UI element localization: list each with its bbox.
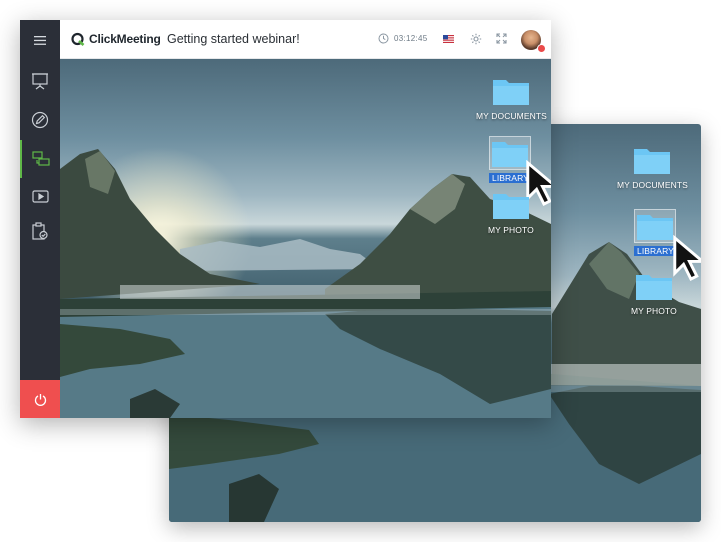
- status-badge: [537, 44, 546, 53]
- power-icon: [34, 393, 46, 406]
- back-folder-my-documents[interactable]: MY DOCUMENTS: [617, 146, 688, 190]
- back-folder-library[interactable]: LIBRARY: [634, 209, 701, 282]
- timer-text: 03:12:45: [394, 34, 428, 43]
- gear-icon[interactable]: [470, 33, 482, 45]
- folder-icon: [634, 146, 671, 174]
- session-timer: 03:12:45: [378, 33, 428, 44]
- avatar[interactable]: [521, 30, 546, 53]
- leave-button[interactable]: [20, 380, 60, 418]
- logo-text: ClickMeeting: [89, 32, 161, 46]
- back-folder-my-photo[interactable]: MY PHOTO: [631, 272, 677, 316]
- flag-us-icon[interactable]: [443, 35, 454, 43]
- top-bar: ClickMeeting Getting started webinar! 03…: [60, 20, 551, 59]
- fullscreen-icon[interactable]: [496, 33, 507, 44]
- folder-label: MY DOCUMENTS: [617, 180, 688, 190]
- menu-button[interactable]: [20, 21, 60, 59]
- presentation-icon: [32, 73, 48, 90]
- sidebar: [20, 20, 60, 418]
- webinar-title: Getting started webinar!: [167, 32, 300, 46]
- folder-label: MY PHOTO: [488, 225, 534, 235]
- sidebar-item-presentation[interactable]: [20, 62, 60, 100]
- clock-icon: [378, 33, 389, 44]
- folder-label: MY PHOTO: [631, 306, 677, 316]
- sidebar-item-test[interactable]: [20, 212, 60, 250]
- menu-icon: [34, 35, 46, 45]
- whiteboard-icon: [31, 111, 49, 129]
- sidebar-item-whiteboard[interactable]: [20, 101, 60, 139]
- shared-screen-view: MY DOCUMENTS LIBRARY MY PHOTO: [60, 59, 551, 418]
- logo-mark-icon: [71, 32, 85, 46]
- folder-icon: [492, 191, 529, 219]
- screen-share-icon: [32, 151, 50, 166]
- front-folder-my-photo[interactable]: MY PHOTO: [488, 191, 534, 235]
- front-folder-library[interactable]: LIBRARY: [489, 136, 551, 207]
- front-folder-my-documents[interactable]: MY DOCUMENTS: [476, 77, 547, 121]
- folder-icon: [635, 272, 672, 300]
- sidebar-item-screen-share[interactable]: [20, 140, 60, 178]
- webinar-room-window: ClickMeeting Getting started webinar! 03…: [20, 20, 551, 418]
- video-icon: [31, 189, 49, 203]
- test-icon: [32, 222, 48, 240]
- clickmeeting-logo: ClickMeeting: [71, 32, 161, 46]
- folder-label: MY DOCUMENTS: [476, 111, 547, 121]
- sidebar-item-video[interactable]: [20, 177, 60, 215]
- folder-icon: [493, 77, 530, 105]
- screen-share-stage: MY DOCUMENTS LIBRARY MY PHOTO ClickMeeti…: [0, 0, 721, 542]
